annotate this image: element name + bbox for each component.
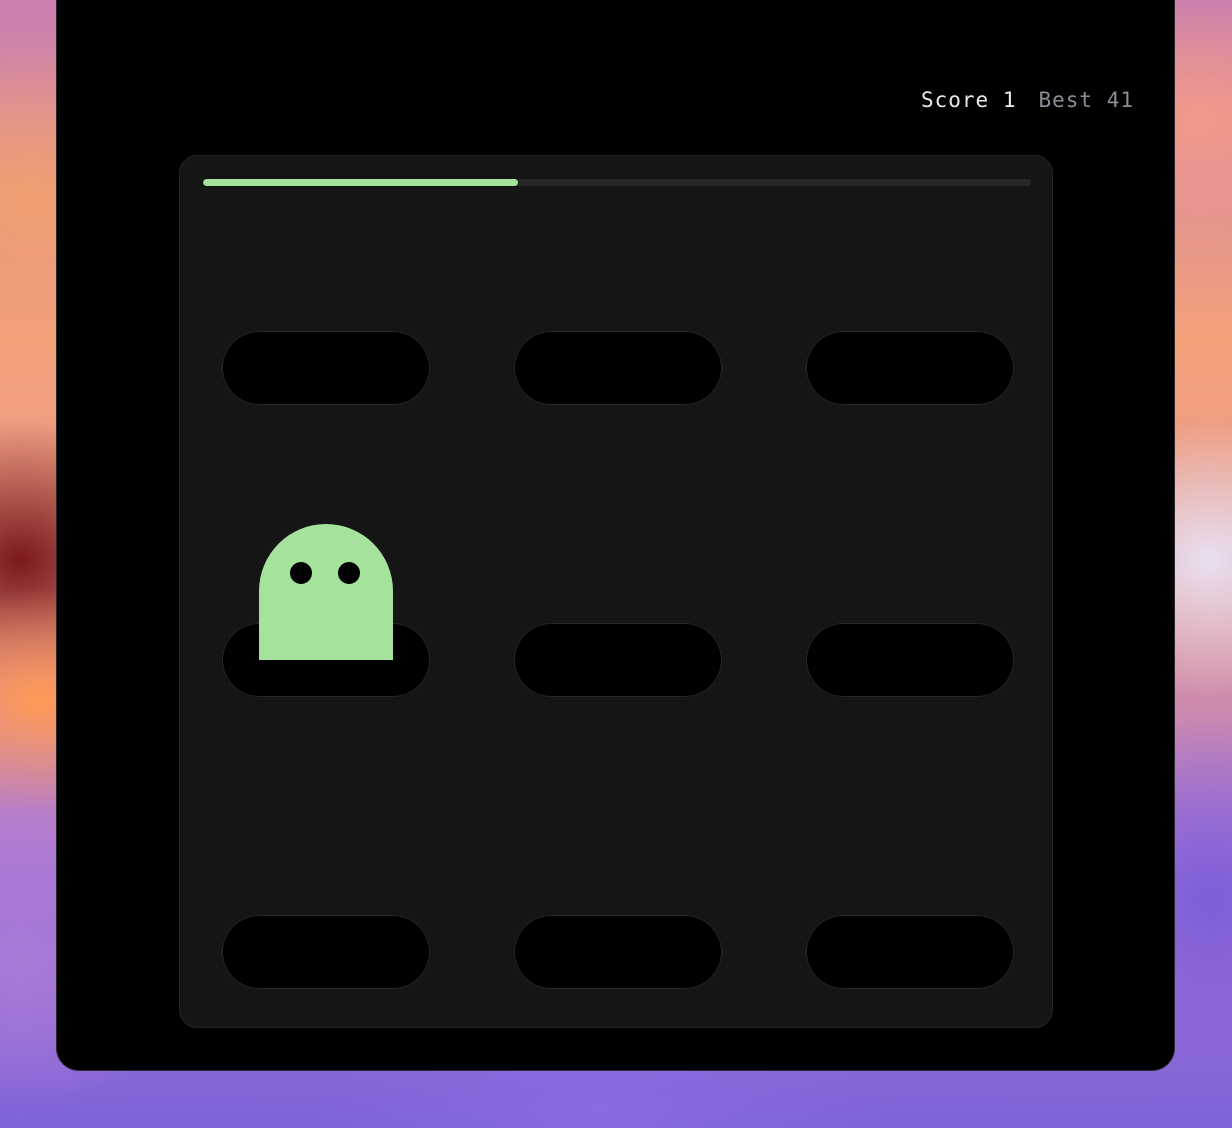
best-score-display: Best 41 (1038, 88, 1134, 112)
game-window: Score 1 Best 41 (57, 0, 1174, 1070)
mole-right-eye (338, 562, 360, 584)
hole-r1-c0[interactable] (222, 524, 430, 697)
hole-r0-c1[interactable] (514, 331, 722, 405)
score-bar: Score 1 Best 41 (921, 88, 1134, 112)
hole-r1-c1[interactable] (514, 623, 722, 697)
game-board (179, 155, 1053, 1028)
hole-r2-c2[interactable] (806, 915, 1014, 989)
hole-grid (180, 156, 1052, 1027)
best-label: Best (1038, 88, 1094, 112)
hole-r0-c2[interactable] (806, 331, 1014, 405)
mole[interactable] (259, 524, 393, 660)
score-display: Score 1 (921, 88, 1017, 112)
hole-r0-c0[interactable] (222, 331, 430, 405)
score-label: Score (920, 88, 990, 112)
hole-r2-c1[interactable] (514, 915, 722, 989)
score-value: 1 (1002, 88, 1017, 112)
mole-left-eye (290, 562, 312, 584)
best-value: 41 (1106, 88, 1134, 112)
hole-r1-c2[interactable] (806, 623, 1014, 697)
hole-r2-c0[interactable] (222, 915, 430, 989)
